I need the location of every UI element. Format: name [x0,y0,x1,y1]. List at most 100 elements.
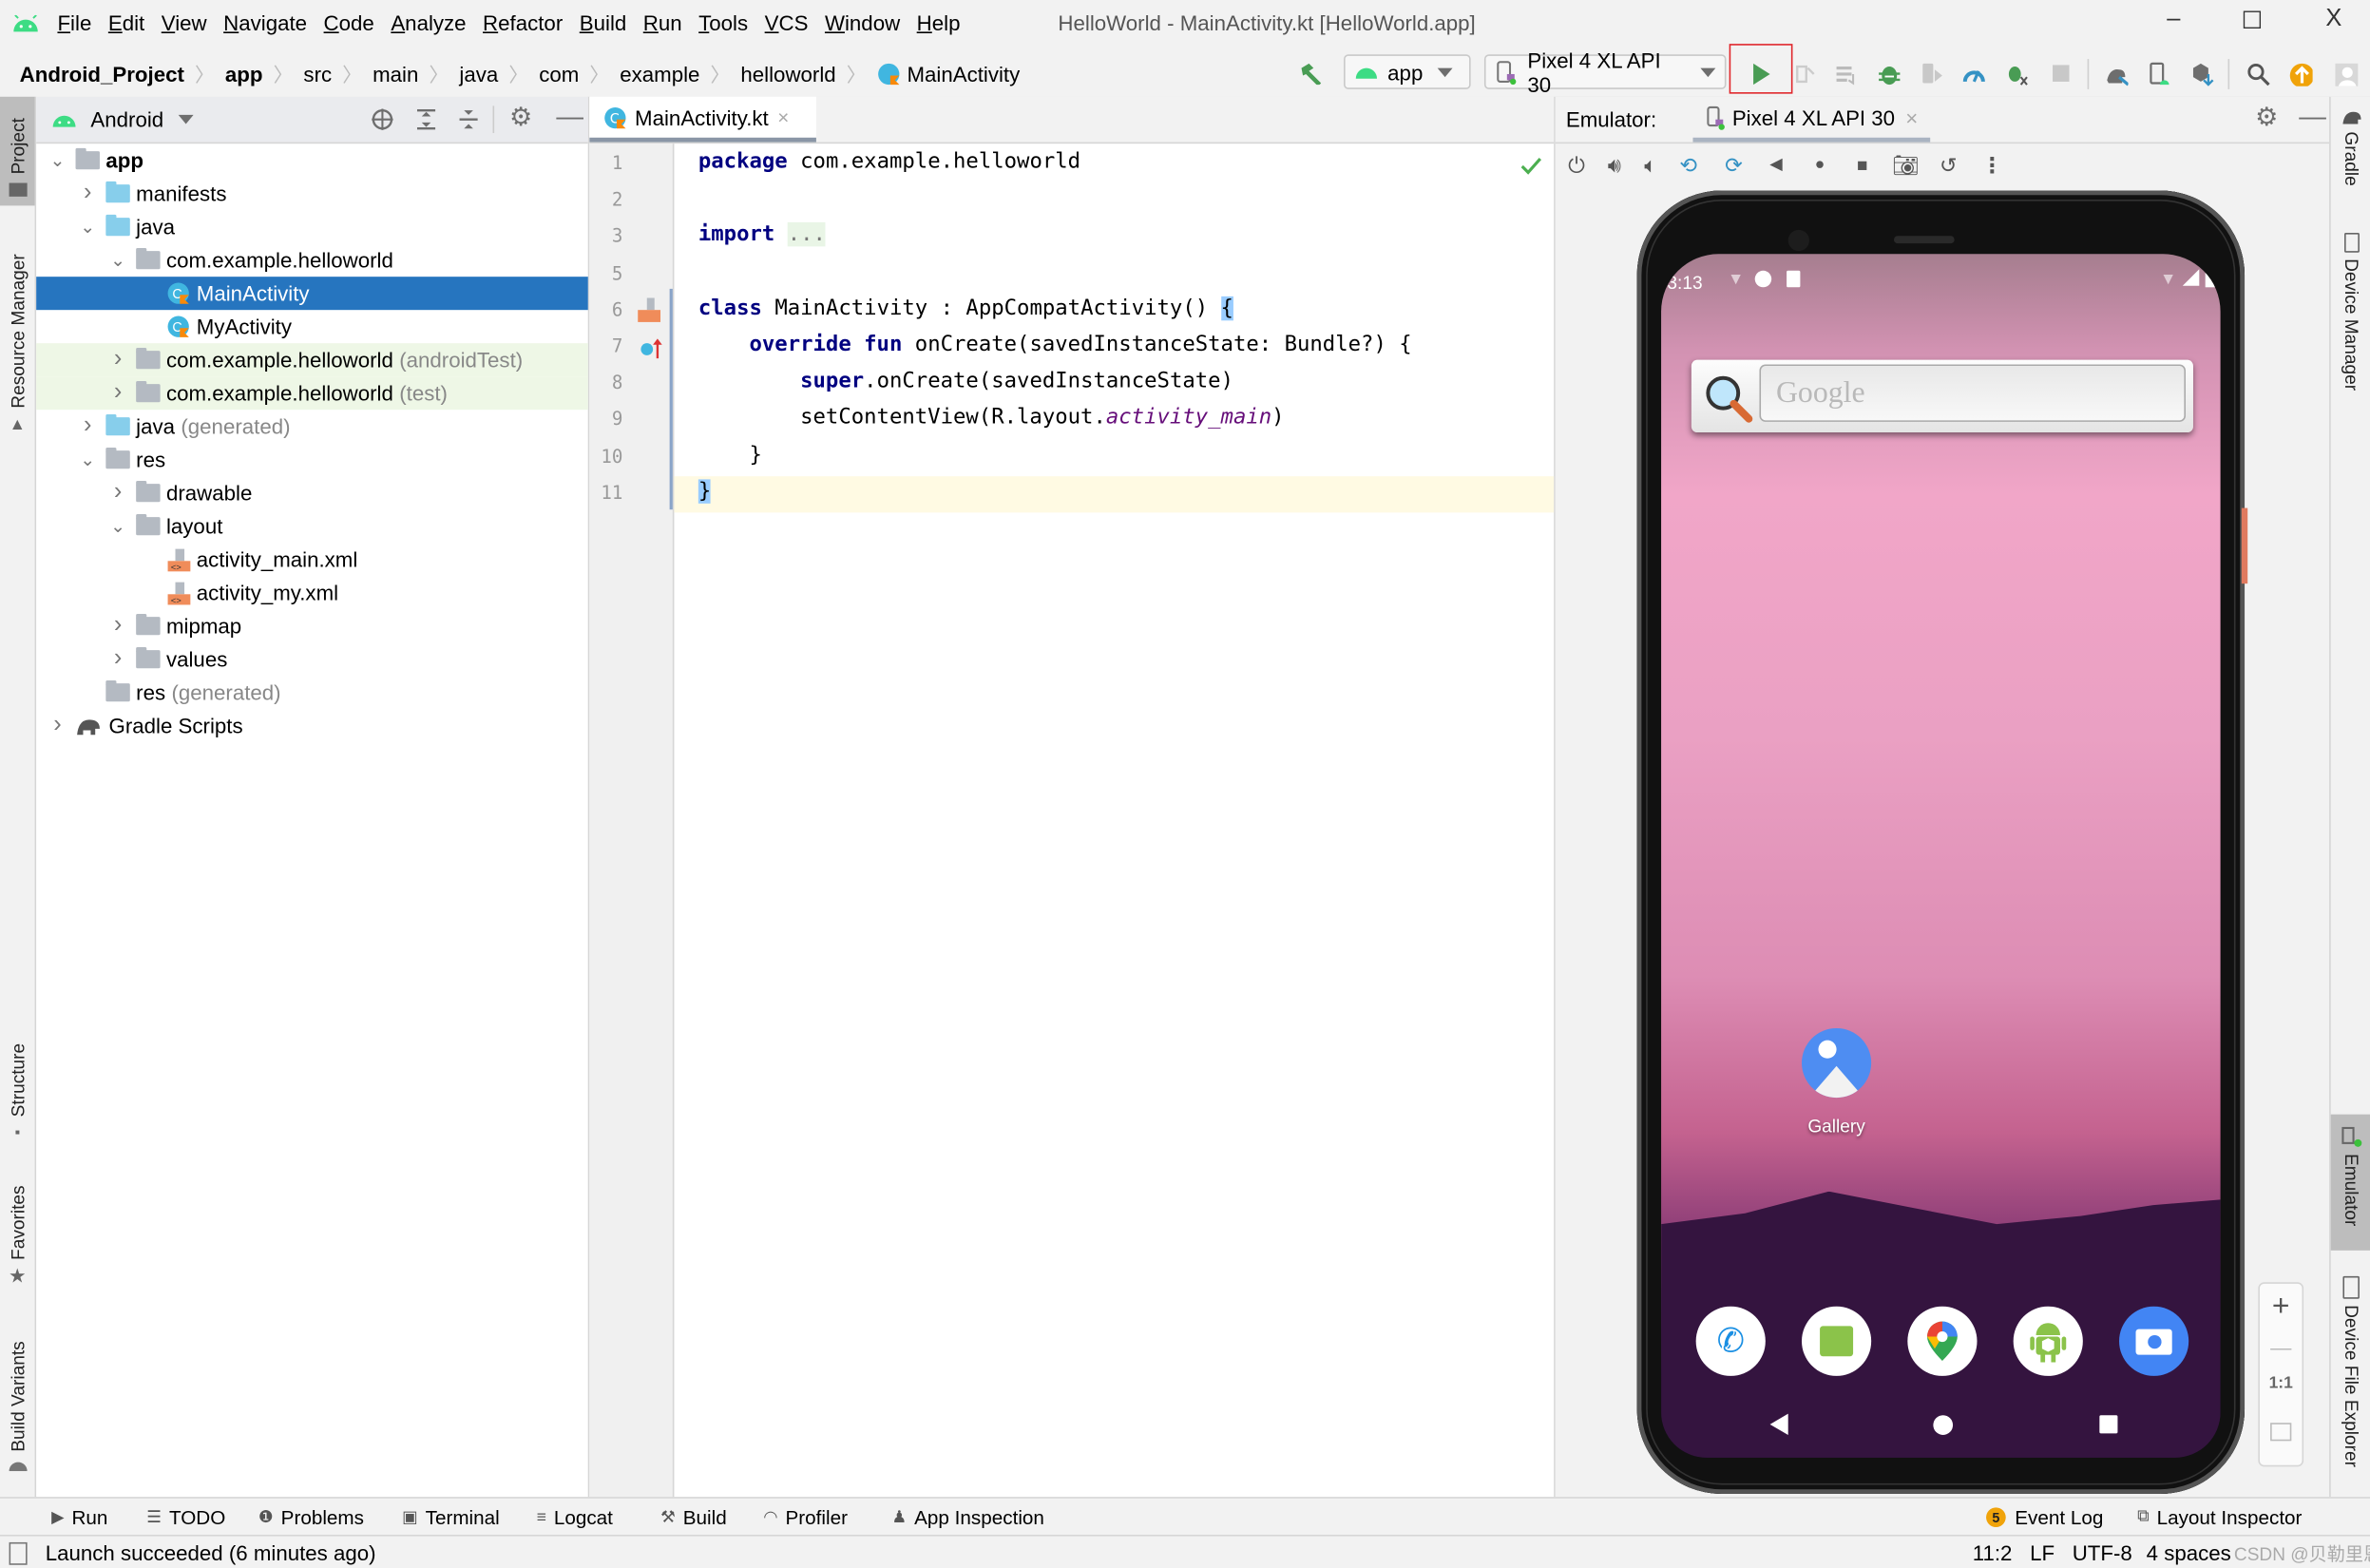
fit-screen-icon[interactable] [2270,1423,2292,1442]
tree-item[interactable]: ⌄ layout [36,509,588,543]
tool-tab-gradle[interactable]: Gradle [2331,109,2370,215]
line-separator[interactable]: LF [2030,1540,2055,1564]
hide-panel-icon[interactable]: — [556,102,583,133]
tree-item[interactable]: ⌄ com.example.helloworld [36,243,588,277]
maps-app-icon[interactable] [1907,1306,1978,1376]
phone-app-icon[interactable]: ✆ [1695,1306,1766,1376]
tool-tab-favorites[interactable]: Favorites ★ [0,1174,35,1294]
nav-back-button[interactable] [1769,1413,1788,1435]
menu-run[interactable]: Run [643,10,682,34]
code-line[interactable]: } [698,479,712,504]
layout-file-marker-icon[interactable] [637,296,661,324]
menu-analyze[interactable]: Analyze [391,10,466,34]
indent-setting[interactable]: 4 spaces [2147,1540,2231,1564]
back-icon[interactable]: ◀ [1764,153,1787,177]
minimize-button[interactable]: – [2143,6,2204,42]
zoom-out-button[interactable]: — [2260,1335,2303,1359]
tool-button-layout-inspector[interactable]: ⧉ Layout Inspector [2137,1506,2302,1529]
tool-button-event-log[interactable]: 5 Event Log [1986,1506,2103,1529]
chevron-down-icon[interactable]: ⌄ [76,217,100,238]
tree-item[interactable]: › com.example.helloworld (androidTest) [36,343,588,377]
tree-item[interactable]: ⌄ java [36,210,588,243]
tool-button-logcat[interactable]: ≡ Logcat [537,1506,613,1529]
update-icon[interactable] [2288,62,2313,86]
messages-app-icon[interactable] [1801,1306,1872,1376]
android-app-icon[interactable] [2013,1306,2083,1376]
snapshot-icon[interactable]: ↺ [1937,153,1960,177]
search-icon[interactable] [2246,62,2270,86]
menu-view[interactable]: View [162,10,207,34]
power-icon[interactable]: ⏻ [1564,153,1588,177]
volume-up-icon[interactable]: 🔊︎ [1602,153,1626,177]
breadcrumb-item[interactable]: com [539,61,579,85]
more-icon[interactable]: ⋮ [1980,153,2004,177]
maximize-button[interactable]: ☐ [2222,6,2283,42]
tool-button-todo[interactable]: ☰ TODO [146,1506,225,1529]
chevron-down-icon[interactable]: ⌄ [105,250,129,271]
chevron-right-icon[interactable]: › [105,479,129,507]
tool-tab-emulator[interactable]: Emulator [2330,1114,2370,1251]
tree-item[interactable]: <> activity_my.xml [36,576,588,609]
menu-help[interactable]: Help [917,10,961,34]
camera-app-icon[interactable] [2119,1306,2189,1376]
tree-item[interactable]: › values [36,642,588,676]
sync-gradle-icon[interactable] [2104,62,2129,86]
menu-edit[interactable]: Edit [108,10,144,34]
avd-manager-icon[interactable] [2148,62,2171,86]
phone-screen[interactable]: 3:13 ▼ ▼ Google Gallery ✆ [1661,254,2221,1458]
apply-code-changes-icon[interactable] [1835,62,1859,86]
tool-button-terminal[interactable]: ▣ Terminal [402,1506,500,1529]
tool-tab-device-file-explorer[interactable]: Device File Explorer [2331,1275,2370,1497]
menu-refactor[interactable]: Refactor [483,10,563,34]
chevron-right-icon[interactable]: › [105,346,129,373]
home-icon[interactable]: ● [1807,153,1831,177]
code-line[interactable]: class MainActivity : AppCompatActivity()… [698,296,1233,320]
tool-button-app-inspection[interactable]: ♟ App Inspection [891,1506,1043,1529]
chevron-right-icon[interactable]: › [105,612,129,640]
file-encoding[interactable]: UTF-8 [2073,1540,2132,1564]
caret-position[interactable]: 11:2 [1973,1540,2013,1564]
tree-item[interactable]: ⌄ app [36,143,588,177]
emulator-device-tab[interactable]: Pixel 4 XL API 30 × [1692,97,1930,143]
locate-icon[interactable] [371,107,394,131]
tree-item[interactable]: › Gradle Scripts [36,709,588,742]
device-select[interactable]: Pixel 4 XL API 30 [1483,48,1727,96]
override-marker-icon[interactable] [640,335,663,363]
rotate-right-icon[interactable]: ⟳ [1722,153,1746,177]
menu-build[interactable]: Build [580,10,627,34]
chevron-right-icon[interactable]: › [76,180,100,207]
tool-tab-build-variants[interactable]: Build Variants [0,1318,35,1477]
attach-debugger-icon[interactable] [1920,62,1943,86]
menu-code[interactable]: Code [324,10,374,34]
close-button[interactable]: X [2303,6,2364,42]
code-line[interactable]: super.onCreate(savedInstanceState) [698,370,1233,393]
tool-button-build[interactable]: ⚒ Build [660,1506,727,1529]
rotate-left-icon[interactable]: ⟲ [1676,153,1700,177]
breadcrumb-item[interactable]: helloworld [740,61,835,85]
nav-home-button[interactable] [1933,1415,1954,1435]
tool-tab-project[interactable]: Project [0,96,35,206]
zoom-actual-size-button[interactable]: 1:1 [2260,1374,2303,1392]
menu-file[interactable]: File [57,10,91,34]
chevron-down-icon[interactable]: ⌄ [76,449,100,470]
close-tab-icon[interactable]: × [777,105,789,128]
code-line[interactable]: setContentView(R.layout.activity_main) [698,406,1284,430]
tool-tab-device-manager[interactable]: Device Manager [2331,233,2370,414]
tool-button-problems[interactable]: ❶ Problems [258,1506,364,1529]
chevron-right-icon[interactable]: › [105,379,129,407]
apply-changes-icon[interactable] [1792,62,1816,86]
status-message[interactable]: Launch succeeded (6 minutes ago) [46,1540,376,1564]
google-search-widget[interactable]: Google [1691,359,2193,433]
profile-icon[interactable] [1962,62,1986,86]
volume-down-icon[interactable]: 🔈︎ [1638,153,1662,177]
tree-item[interactable]: C MyActivity [36,310,588,343]
run-icon[interactable] [1750,62,1774,86]
tree-item[interactable]: C MainActivity [36,277,588,311]
tree-item[interactable]: <> activity_main.xml [36,543,588,576]
code-line[interactable]: override fun onCreate(savedInstanceState… [698,333,1411,356]
code-line[interactable]: } [698,443,761,467]
hammer-icon[interactable] [1297,61,1322,86]
screenshot-icon[interactable]: 📷︎ [1892,153,1919,177]
collapse-all-icon[interactable] [456,107,480,131]
tree-item[interactable]: res (generated) [36,676,588,709]
